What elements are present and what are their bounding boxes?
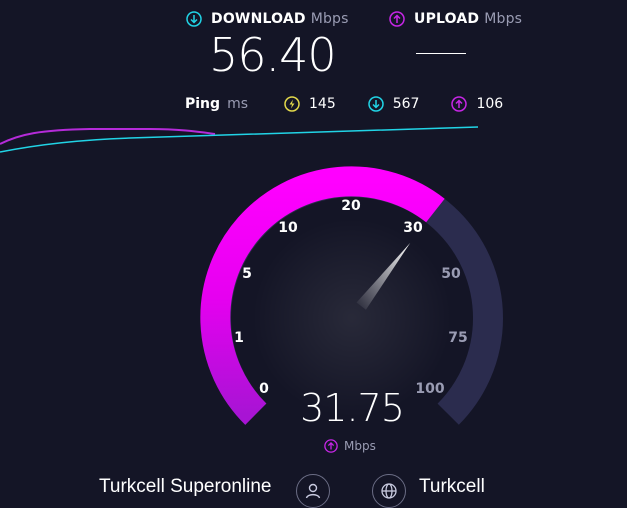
tick-0: 0 xyxy=(259,381,269,397)
tick-75: 75 xyxy=(448,330,468,346)
tick-5: 5 xyxy=(242,266,252,282)
upload-arrow-icon xyxy=(324,439,338,453)
gauge-unit-label: Mbps xyxy=(344,439,376,453)
tick-20: 20 xyxy=(341,198,361,214)
user-icon xyxy=(305,483,321,499)
tick-100: 100 xyxy=(415,381,445,397)
tick-1: 1 xyxy=(234,330,244,346)
server-name: Turkcell xyxy=(419,476,485,497)
isp-name: Turkcell Superonline xyxy=(99,476,272,497)
gauge-reading: 31.75 xyxy=(300,386,405,430)
tick-30: 30 xyxy=(403,220,423,236)
tick-10: 10 xyxy=(278,220,298,236)
tick-50: 50 xyxy=(441,266,461,282)
gauge-unit: Mbps xyxy=(324,439,376,453)
globe-icon xyxy=(381,483,397,499)
